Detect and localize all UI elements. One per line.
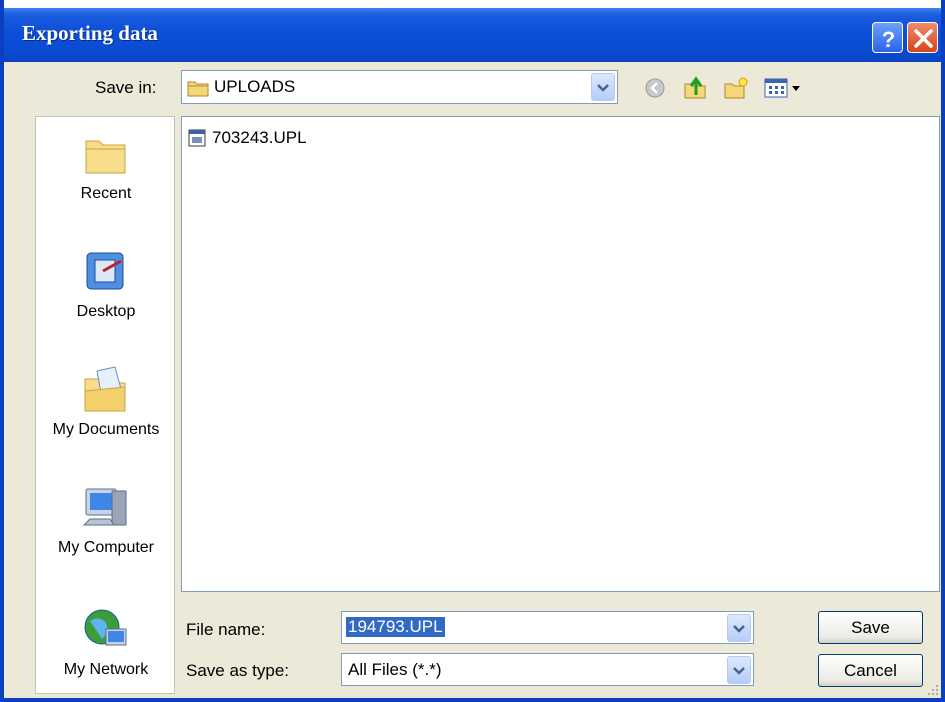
my-computer-icon: [82, 488, 127, 526]
save-in-value: UPLOADS: [214, 77, 296, 96]
desktop-icon: [86, 252, 124, 290]
my-documents-icon: [84, 366, 126, 412]
place-my-network-label: My Network: [63, 661, 149, 678]
place-my-network[interactable]: My Network: [36, 605, 176, 679]
exporting-data-dialog: Exporting data ? Save in: UPLOADS Recent…: [0, 0, 945, 702]
help-button[interactable]: ?: [872, 22, 903, 53]
place-my-documents-label: My Documents: [52, 421, 160, 438]
resize-grip-icon[interactable]: [927, 684, 939, 696]
view-menu-icon[interactable]: [763, 76, 803, 100]
cancel-button[interactable]: Cancel: [818, 654, 923, 687]
file-list[interactable]: 703243.UPL: [181, 116, 940, 592]
close-x-icon: [914, 29, 933, 48]
titlebar-top-strip: [0, 0, 945, 8]
place-my-documents[interactable]: My Documents: [36, 365, 176, 439]
close-button[interactable]: [907, 22, 938, 53]
svg-text:?: ?: [882, 27, 895, 52]
my-network-icon: [84, 609, 127, 646]
window-title: Exporting data: [22, 21, 158, 45]
list-item[interactable]: 703243.UPL: [188, 125, 307, 151]
file-icon: [188, 129, 206, 147]
chevron-down-icon: [733, 625, 745, 633]
place-desktop-label: Desktop: [76, 303, 136, 320]
save-as-type-dropdown-arrow[interactable]: [727, 656, 751, 684]
place-desktop[interactable]: Desktop: [36, 247, 176, 321]
save-as-type-label: Save as type:: [186, 661, 290, 680]
places-bar: Recent Desktop My Documents My Computer …: [35, 116, 175, 694]
place-recent-label: Recent: [80, 185, 132, 202]
save-as-type-value: All Files (*.*): [348, 660, 442, 679]
place-recent[interactable]: Recent: [36, 131, 176, 203]
file-name-dropdown-arrow[interactable]: [727, 614, 751, 642]
back-arrow-icon[interactable]: [643, 76, 667, 100]
file-name-label: File name:: [186, 620, 266, 639]
folder-icon: [187, 81, 209, 97]
save-in-label: Save in:: [95, 78, 157, 97]
save-as-type-dropdown[interactable]: All Files (*.*): [341, 653, 754, 686]
place-my-computer[interactable]: My Computer: [36, 485, 176, 557]
titlebar[interactable]: Exporting data ?: [0, 8, 945, 62]
save-in-dropdown-arrow[interactable]: [591, 73, 615, 101]
file-name-value: 194793.UPL: [346, 617, 445, 637]
save-button[interactable]: Save: [818, 611, 923, 644]
chevron-down-icon: [597, 84, 609, 92]
file-name-field[interactable]: 194793.UPL: [341, 611, 754, 644]
place-my-computer-label: My Computer: [57, 539, 155, 556]
recent-folder-icon: [85, 140, 126, 174]
file-name-text: 703243.UPL: [212, 128, 307, 147]
save-in-dropdown[interactable]: UPLOADS: [181, 70, 618, 104]
up-folder-icon[interactable]: [683, 76, 709, 100]
help-question-icon: ?: [882, 27, 895, 52]
chevron-down-icon: [733, 667, 745, 675]
new-folder-icon[interactable]: [723, 76, 749, 100]
